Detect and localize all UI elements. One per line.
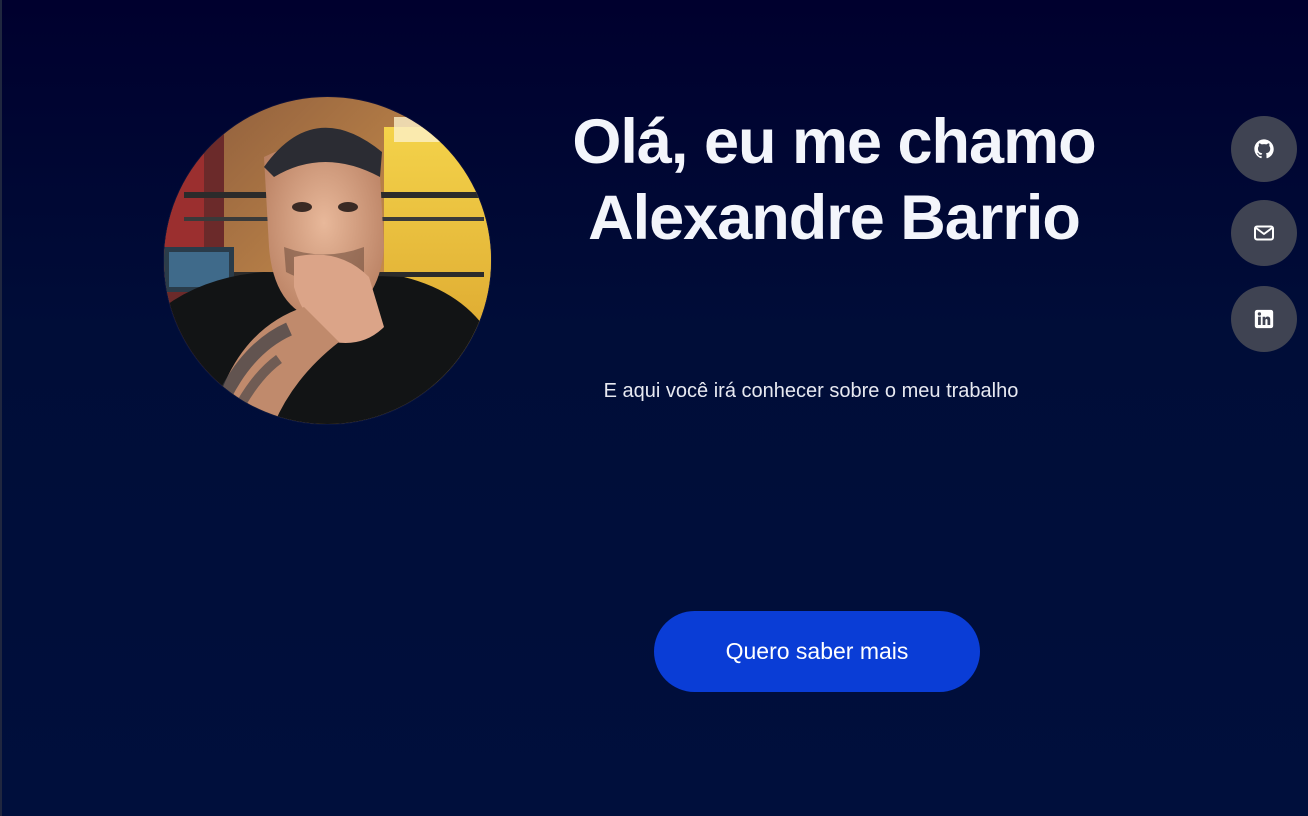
linkedin-link-button[interactable] — [1231, 286, 1297, 352]
subtitle: E aqui você irá conhecer sobre o meu tra… — [603, 380, 1019, 402]
linkedin-icon — [1254, 309, 1274, 329]
github-icon — [1254, 139, 1274, 159]
window-edge — [0, 0, 2, 816]
mail-icon — [1254, 225, 1274, 241]
email-link-button[interactable] — [1231, 200, 1297, 266]
learn-more-button[interactable]: Quero saber mais — [654, 611, 980, 692]
page-title: Olá, eu me chamo Alexandre Barrio — [520, 104, 1148, 256]
profile-photo-illustration — [164, 97, 491, 424]
headline-line-1: Olá, eu me chamo — [572, 107, 1096, 177]
headline-line-2: Alexandre Barrio — [588, 183, 1081, 253]
profile-photo — [164, 97, 491, 424]
github-link-button[interactable] — [1231, 116, 1297, 182]
